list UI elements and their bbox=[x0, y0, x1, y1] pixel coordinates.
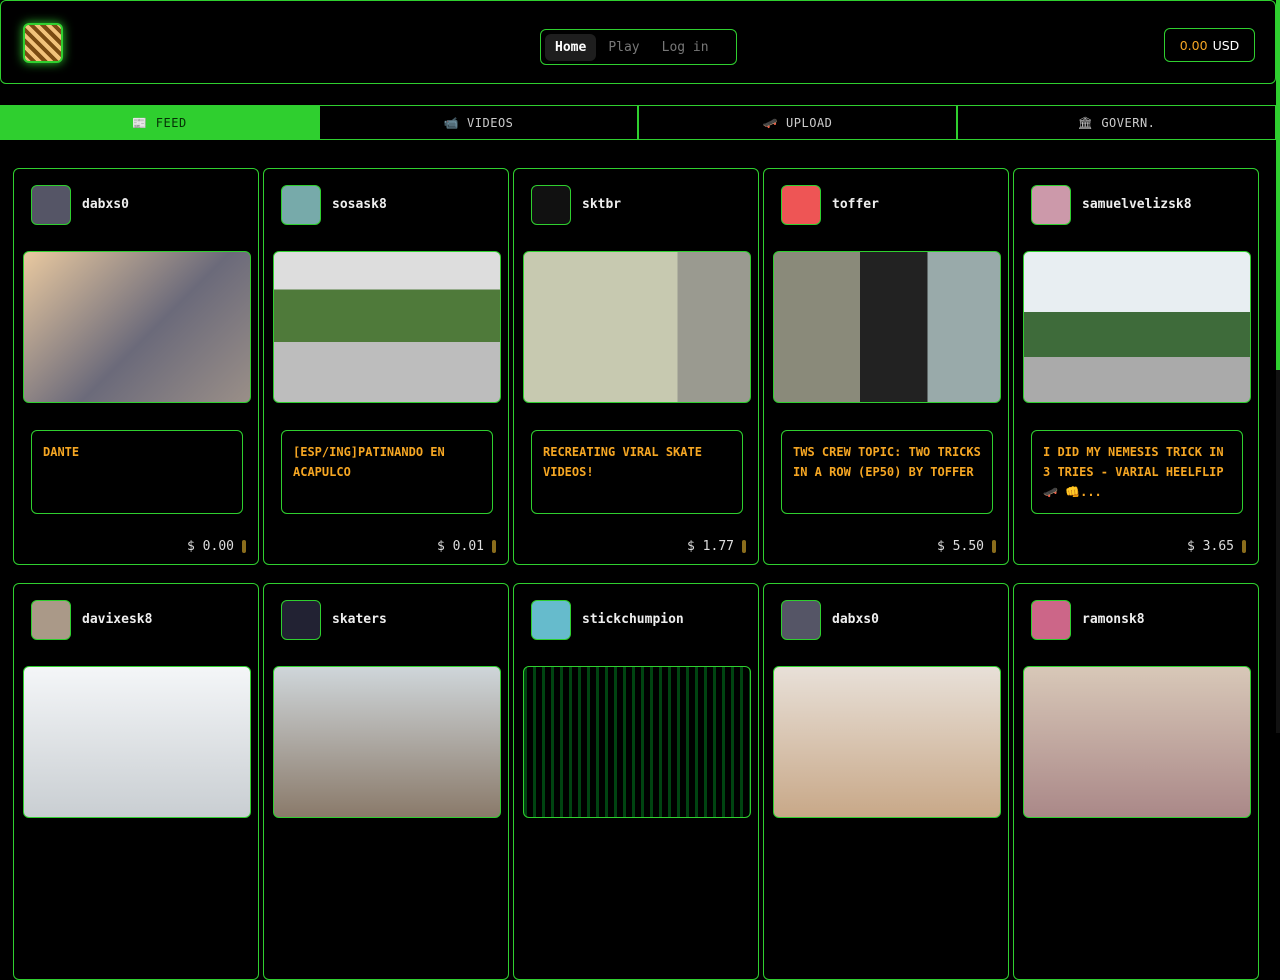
author-username[interactable]: samuelvelizsk8 bbox=[1082, 197, 1192, 212]
coin-icon bbox=[742, 540, 746, 553]
author-username[interactable]: sktbr bbox=[582, 197, 621, 212]
video-camera-icon: 📹 bbox=[443, 115, 460, 130]
tab-govern[interactable]: 🏛 GOVERN. bbox=[957, 105, 1276, 140]
author-avatar[interactable] bbox=[531, 600, 571, 640]
author-username[interactable]: skaters bbox=[332, 612, 387, 627]
post-feed-grid: dabxs0 DANTE $ 0.00 sosask8 [ESP/ING]PATINAN… bbox=[13, 168, 1263, 980]
post-thumbnail[interactable] bbox=[273, 666, 501, 818]
nav-log-in[interactable]: Log in bbox=[652, 34, 719, 61]
post-payout: $ 5.50 bbox=[937, 539, 996, 554]
post-title[interactable]: [ESP/ING]PATINANDO EN ACAPULCO bbox=[281, 430, 493, 514]
page-scrollbar[interactable] bbox=[1276, 0, 1280, 733]
post-payout: $ 0.00 bbox=[187, 539, 246, 554]
author-avatar[interactable] bbox=[781, 185, 821, 225]
post-thumbnail[interactable] bbox=[523, 251, 751, 403]
author-username[interactable]: sosask8 bbox=[332, 197, 387, 212]
author-avatar[interactable] bbox=[1031, 185, 1071, 225]
post-card[interactable]: sktbr RECREATING VIRAL SKATE VIDEOS! $ 1.7… bbox=[513, 168, 759, 565]
post-card[interactable]: dabxs0 DANTE $ 0.00 bbox=[13, 168, 259, 565]
post-thumbnail[interactable] bbox=[273, 251, 501, 403]
author-avatar[interactable] bbox=[31, 185, 71, 225]
post-title[interactable]: TWS CREW TOPIC: TWO TRICKS IN A ROW (EP5… bbox=[781, 430, 993, 514]
nav-home[interactable]: Home bbox=[545, 33, 597, 61]
post-payout: $ 3.65 bbox=[1187, 539, 1246, 554]
post-title[interactable]: I DID MY NEMESIS TRICK IN 3 TRIES - VARI… bbox=[1031, 430, 1243, 514]
top-header: Home Play Log in 0.00 USD bbox=[0, 0, 1276, 84]
payout-value: $ 1.77 bbox=[687, 539, 734, 554]
post-card[interactable]: sosask8 [ESP/ING]PATINANDO EN ACAPULCO $ 0… bbox=[263, 168, 509, 565]
author-avatar[interactable] bbox=[281, 185, 321, 225]
author-avatar[interactable] bbox=[281, 600, 321, 640]
author-username[interactable]: davixesk8 bbox=[82, 612, 152, 627]
tab-upload[interactable]: 🛹 UPLOAD bbox=[638, 105, 957, 140]
post-card[interactable]: dabxs0 bbox=[763, 583, 1009, 980]
post-thumbnail[interactable] bbox=[773, 251, 1001, 403]
post-thumbnail[interactable] bbox=[1023, 251, 1251, 403]
coin-icon bbox=[992, 540, 996, 553]
newspaper-icon: 📰 bbox=[132, 115, 148, 130]
author-username[interactable]: stickchumpion bbox=[582, 612, 684, 627]
nav-play[interactable]: Play bbox=[598, 34, 649, 61]
wallet-amount: 0.00 bbox=[1179, 37, 1208, 53]
coin-icon bbox=[492, 540, 496, 553]
post-title[interactable]: RECREATING VIRAL SKATE VIDEOS! bbox=[531, 430, 743, 514]
tab-label: VIDEOS bbox=[467, 115, 514, 130]
post-payout: $ 1.77 bbox=[687, 539, 746, 554]
author-avatar[interactable] bbox=[781, 600, 821, 640]
main-nav: Home Play Log in bbox=[540, 29, 737, 65]
post-thumbnail[interactable] bbox=[773, 666, 1001, 818]
section-tabs: 📰 FEED 📹 VIDEOS 🛹 UPLOAD 🏛 GOVERN. bbox=[0, 105, 1276, 140]
author-username[interactable]: ramonsk8 bbox=[1082, 612, 1145, 627]
post-thumbnail[interactable] bbox=[23, 666, 251, 818]
skatehive-logo[interactable] bbox=[23, 23, 63, 63]
scrollbar-thumb[interactable] bbox=[1276, 0, 1280, 370]
post-card[interactable]: samuelvelizsk8 I DID MY NEMESIS TRICK IN … bbox=[1013, 168, 1259, 565]
post-thumbnail[interactable] bbox=[1023, 666, 1251, 818]
bank-icon: 🏛 bbox=[1077, 115, 1094, 130]
post-card[interactable]: stickchumpion bbox=[513, 583, 759, 980]
author-avatar[interactable] bbox=[531, 185, 571, 225]
post-card[interactable]: toffer TWS CREW TOPIC: TWO TRICKS IN A RO… bbox=[763, 168, 1009, 565]
payout-value: $ 0.00 bbox=[187, 539, 234, 554]
payout-value: $ 0.01 bbox=[437, 539, 484, 554]
post-payout: $ 0.01 bbox=[437, 539, 496, 554]
author-avatar[interactable] bbox=[31, 600, 71, 640]
tab-videos[interactable]: 📹 VIDEOS bbox=[319, 105, 638, 140]
wallet-balance-button[interactable]: 0.00 USD bbox=[1164, 28, 1255, 62]
post-title[interactable]: DANTE bbox=[31, 430, 243, 514]
wallet-currency: USD bbox=[1212, 37, 1240, 53]
author-username[interactable]: dabxs0 bbox=[82, 197, 129, 212]
author-avatar[interactable] bbox=[1031, 600, 1071, 640]
post-card[interactable]: ramonsk8 bbox=[1013, 583, 1259, 980]
post-card[interactable]: davixesk8 bbox=[13, 583, 259, 980]
post-thumbnail[interactable] bbox=[23, 251, 251, 403]
post-thumbnail[interactable] bbox=[523, 666, 751, 818]
coin-icon bbox=[242, 540, 246, 553]
coin-icon bbox=[1242, 540, 1246, 553]
author-username[interactable]: dabxs0 bbox=[832, 612, 879, 627]
payout-value: $ 5.50 bbox=[937, 539, 984, 554]
author-username[interactable]: toffer bbox=[832, 197, 879, 212]
skateboard-icon: 🛹 bbox=[762, 115, 779, 130]
tab-label: FEED bbox=[155, 115, 187, 130]
tab-label: GOVERN. bbox=[1101, 115, 1156, 130]
tab-label: UPLOAD bbox=[786, 115, 833, 130]
post-card[interactable]: skaters bbox=[263, 583, 509, 980]
payout-value: $ 3.65 bbox=[1187, 539, 1234, 554]
tab-feed[interactable]: 📰 FEED bbox=[0, 105, 319, 140]
